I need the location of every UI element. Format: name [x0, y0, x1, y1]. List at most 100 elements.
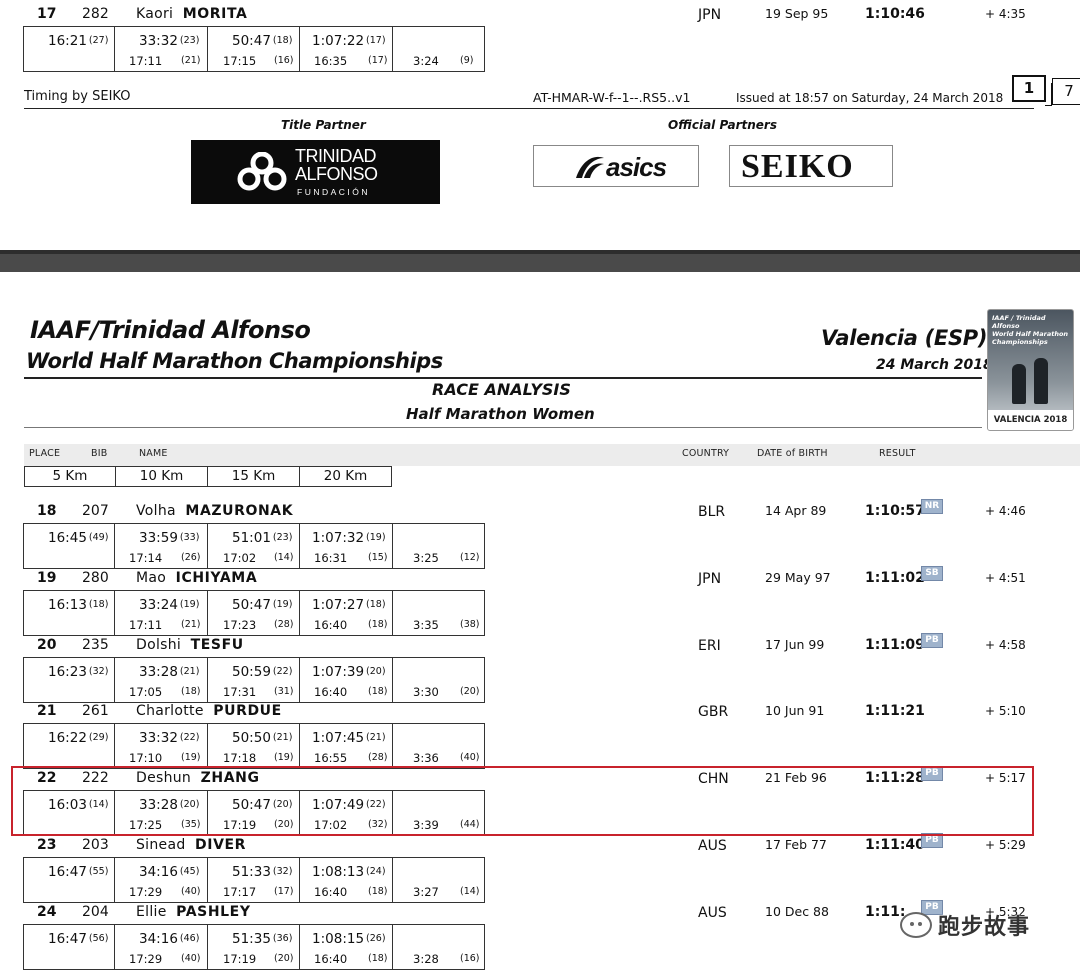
athlete-name: Dolshi TESFU	[136, 637, 244, 653]
split-15km: 51:35 (36) 17:19 (20)	[208, 924, 300, 969]
lap-time: 16:40	[314, 951, 348, 966]
split-finish: 3:28 (16)	[393, 925, 485, 969]
last-name: ICHIYAMA	[175, 569, 258, 586]
results-page: IAAF/Trinidad Alfonso World Half Maratho…	[0, 272, 1080, 972]
split-finish: 3:24 (9)	[393, 27, 485, 71]
last-name: TESFU	[190, 636, 244, 653]
lap-time: 17:17	[223, 885, 257, 899]
date-of-birth: 10 Dec 88	[765, 903, 829, 919]
split-15km: 50:50 (21) 17:18 (19)	[208, 724, 300, 769]
split-5km: 16:23 (32)	[24, 657, 115, 702]
record-badge: SB	[921, 565, 943, 581]
date-of-birth: 10 Jun 91	[765, 703, 825, 719]
place: 20	[37, 636, 57, 653]
split-rank: (45)	[179, 866, 200, 877]
lap-time: 17:18	[223, 751, 257, 766]
split-time: 33:24 (19)	[139, 596, 200, 613]
split-10km: 34:16 (46) 17:29 (40)	[115, 924, 208, 969]
split-time: 16:47 (55)	[48, 864, 109, 880]
athlete-row: 23 203 Sinead DIVER AUS 17 Feb 77 1:11:4…	[0, 833, 1080, 904]
split-15km: 50:47 (18) 17:15 (16)	[208, 27, 300, 71]
lap-time: 3:35	[413, 617, 439, 632]
result-time: 1:11:40	[865, 837, 925, 853]
split-time: 33:32 (22)	[139, 730, 200, 747]
lap-time: 3:30	[413, 684, 439, 699]
lap-rank: (40)	[181, 886, 201, 897]
athlete-row: 17 282 Kaori MORITA JPN 19 Sep 95 1:10:4…	[0, 6, 1080, 73]
country-code: ERI	[698, 637, 721, 654]
trinidad-alfonso-logo: TRINIDAD ALFONSO FUNDACIÓN	[191, 140, 440, 204]
logo-text: ALFONSO	[295, 164, 378, 184]
time-behind: + 4:51	[985, 570, 1026, 585]
runner-figure-icon	[1034, 358, 1048, 404]
highlight-frame	[11, 766, 1034, 836]
result-time: 1:11:02	[865, 569, 925, 586]
split-time: 1:07:27 (18)	[312, 596, 386, 613]
date-of-birth: 19 Sep 95	[765, 6, 829, 21]
lap-time: 17:11	[129, 617, 163, 632]
split-5km: 16:13 (18)	[24, 590, 115, 635]
split-finish: 3:30 (20)	[393, 658, 485, 702]
split-finish: 3:27 (14)	[393, 858, 485, 902]
lap-time: 3:27	[413, 885, 439, 899]
split-rank: (56)	[88, 932, 109, 944]
lap-rank: (18)	[368, 685, 388, 697]
seiko-wordmark: SEIKO	[741, 148, 854, 185]
country-code: GBR	[698, 704, 729, 721]
lap-rank: (31)	[274, 685, 294, 697]
athlete-name: Ellie PASHLEY	[136, 904, 251, 920]
race-date: 24 March 2018	[876, 357, 993, 373]
lap-time: 3:36	[413, 751, 439, 766]
split-rank: (33)	[179, 532, 200, 543]
col-dob: DATE of BIRTH	[757, 448, 828, 459]
split-time: 50:47 (18)	[232, 33, 293, 49]
split-rank: (18)	[88, 598, 109, 610]
split-rank: (49)	[88, 532, 109, 543]
split-rank: (29)	[88, 732, 109, 744]
time-behind: + 4:58	[985, 637, 1026, 652]
bib-number: 280	[82, 569, 109, 586]
split-rank: (22)	[272, 665, 293, 677]
result-time: 1:11:21	[865, 703, 925, 720]
split-times-table: 16:47 (55) 34:16 (45) 17:29 (40) 51:33 (32)…	[23, 857, 485, 903]
athlete-row: 20 235 Dolshi TESFU ERI 17 Jun 99 1:11:0…	[0, 632, 1080, 704]
split-rank: (21)	[179, 665, 200, 677]
col-20km: 20 Km	[299, 466, 392, 487]
last-name: PASHLEY	[176, 903, 251, 920]
lap-rank: (28)	[368, 752, 388, 764]
athlete-name: Sinead DIVER	[136, 837, 246, 853]
first-name: Mao	[136, 569, 167, 586]
split-10km: 33:32 (23) 17:11 (21)	[115, 27, 208, 71]
watermark-text: 跑步故事	[938, 915, 1031, 940]
split-time: 33:28 (21)	[139, 663, 200, 680]
first-name: Sinead	[136, 837, 186, 853]
championship-title: IAAF/Trinidad Alfonso	[30, 316, 311, 344]
issued-timestamp: Issued at 18:57 on Saturday, 24 March 20…	[736, 91, 1004, 105]
runner-figure-icon	[1012, 364, 1026, 404]
lap-rank: (21)	[181, 55, 201, 66]
split-20km: 1:07:22 (17) 16:35 (17)	[300, 27, 393, 71]
col-name: NAME	[139, 448, 168, 459]
split-15km: 51:33 (32) 17:17 (17)	[208, 858, 300, 902]
athlete-row: 18 207 Volha MAZURONAK BLR 14 Apr 89 1:1…	[0, 499, 1080, 570]
lap-rank: (38)	[460, 618, 480, 630]
title-partner-heading: Title Partner	[281, 118, 366, 132]
last-name: DIVER	[195, 837, 247, 853]
trinidad-circles-icon	[237, 152, 287, 191]
col-15km: 15 Km	[207, 466, 300, 487]
page-number: 1	[1012, 75, 1052, 106]
split-time: 51:01 (23)	[232, 530, 293, 546]
lap-time: 3:24	[413, 54, 439, 68]
col-5km: 5 Km	[24, 466, 116, 487]
subheader-divider	[24, 427, 982, 428]
split-time: 16:22 (29)	[48, 730, 109, 747]
lap-rank: (17)	[368, 55, 388, 66]
header-divider	[24, 377, 982, 379]
lap-rank: (16)	[460, 952, 480, 964]
col-10km: 10 Km	[115, 466, 208, 487]
place: 21	[37, 703, 57, 720]
split-times-table: 16:21 (27) 33:32 (23) 17:11 (21) 50:47 (18)…	[23, 26, 485, 72]
lap-time: 16:55	[314, 751, 348, 766]
split-20km: 1:08:13 (24) 16:40 (18)	[300, 858, 393, 902]
split-time: 50:59 (22)	[232, 663, 293, 680]
